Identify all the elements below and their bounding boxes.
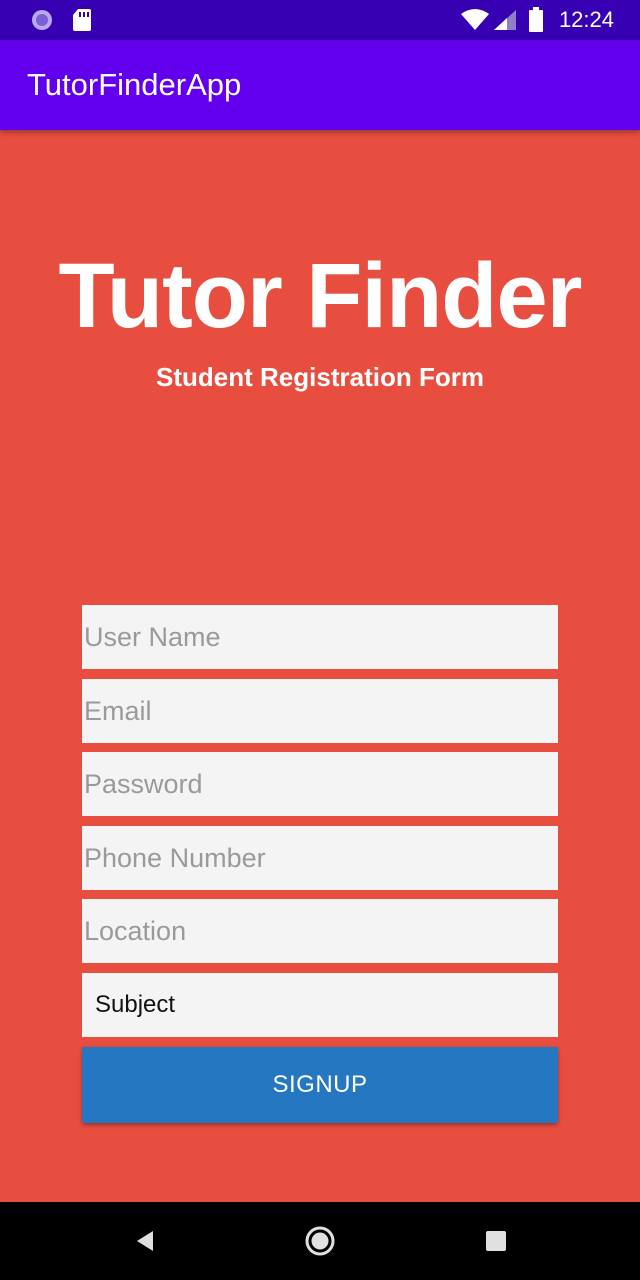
status-time: 12:24	[558, 7, 614, 32]
home-icon[interactable]	[290, 1202, 350, 1280]
battery-icon	[528, 0, 544, 40]
back-icon[interactable]	[114, 1202, 174, 1280]
subject-select-value: Subject	[95, 991, 176, 1018]
app-bar: TutorFinderApp	[0, 40, 640, 130]
notification-circle-icon	[30, 0, 54, 40]
recents-icon[interactable]	[466, 1202, 526, 1280]
status-bar: 12:24	[0, 0, 640, 40]
email-field[interactable]	[82, 679, 558, 743]
hero-title: Tutor Finder	[58, 245, 583, 347]
username-field[interactable]	[82, 605, 558, 669]
app-title: TutorFinderApp	[27, 67, 242, 102]
subject-select[interactable]: Subject	[82, 973, 558, 1037]
signup-button[interactable]: SIGNUP	[82, 1047, 558, 1123]
location-field[interactable]	[82, 899, 558, 963]
navigation-bar	[0, 1202, 640, 1280]
signal-icon	[492, 0, 518, 40]
hero-subtitle: Student Registration Form	[156, 362, 484, 392]
sd-card-icon	[72, 0, 92, 40]
phone-field[interactable]	[82, 826, 558, 890]
password-field[interactable]	[82, 752, 558, 816]
wifi-icon	[460, 0, 490, 40]
